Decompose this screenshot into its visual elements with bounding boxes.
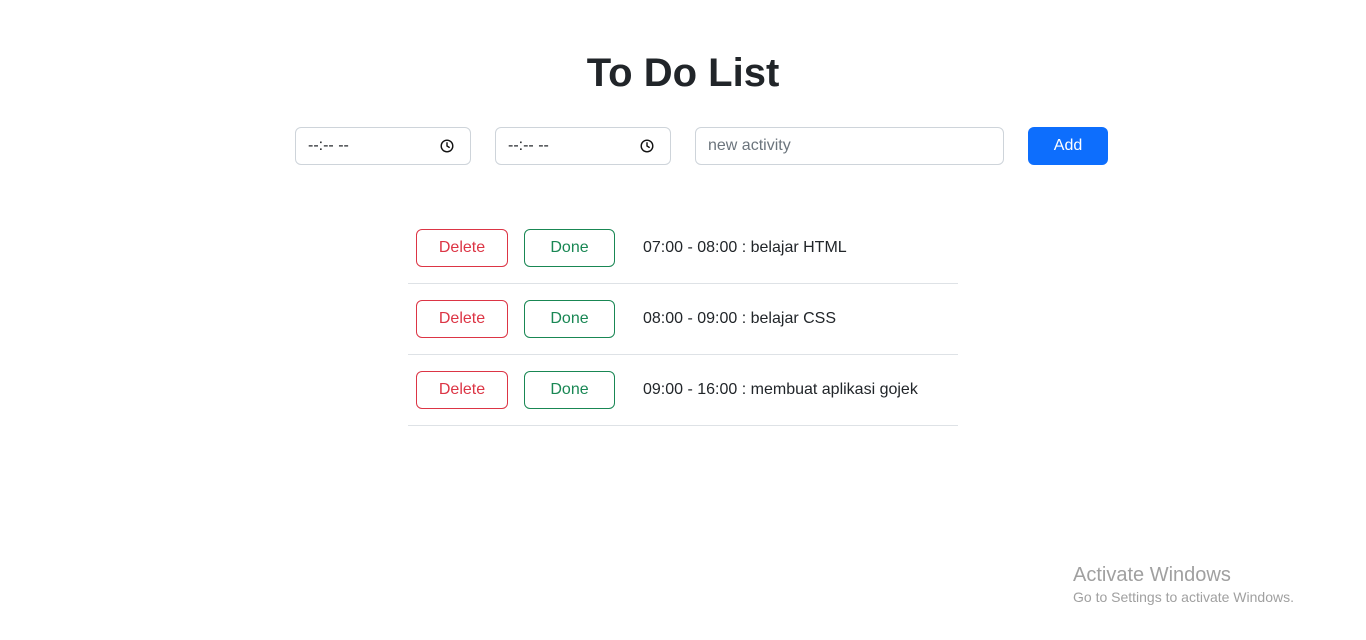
clock-icon[interactable]	[640, 139, 654, 153]
done-button[interactable]: Done	[524, 229, 615, 267]
done-button[interactable]: Done	[524, 371, 615, 409]
activation-subtitle: Go to Settings to activate Windows.	[1073, 589, 1294, 605]
page-title: To Do List	[586, 51, 780, 95]
activation-title: Activate Windows	[1073, 564, 1231, 586]
todo-item: Delete Done 07:00 - 08:00 : belajar HTML	[408, 213, 958, 284]
add-button[interactable]: Add	[1028, 127, 1108, 165]
todo-text: 07:00 - 08:00 : belajar HTML	[643, 239, 847, 256]
delete-button[interactable]: Delete	[416, 371, 508, 409]
start-time-value: --:-- --	[308, 137, 349, 154]
start-time-input[interactable]: --:-- --	[295, 127, 471, 165]
end-time-value: --:-- --	[508, 137, 549, 154]
clock-icon[interactable]	[440, 139, 454, 153]
todo-item: Delete Done 09:00 - 16:00 : membuat apli…	[408, 355, 958, 426]
end-time-input[interactable]: --:-- --	[495, 127, 671, 165]
delete-button[interactable]: Delete	[416, 229, 508, 267]
todo-item: Delete Done 08:00 - 09:00 : belajar CSS	[408, 284, 958, 355]
todo-list: Delete Done 07:00 - 08:00 : belajar HTML…	[408, 213, 958, 426]
todo-text: 09:00 - 16:00 : membuat aplikasi gojek	[643, 381, 918, 398]
activity-input[interactable]	[695, 127, 1004, 165]
windows-activation-watermark: Activate Windows Go to Settings to activ…	[1073, 563, 1294, 607]
delete-button[interactable]: Delete	[416, 300, 508, 338]
add-todo-form: --:-- -- --:-- -- Add	[295, 127, 1108, 165]
todo-text: 08:00 - 09:00 : belajar CSS	[643, 310, 837, 327]
done-button[interactable]: Done	[524, 300, 615, 338]
